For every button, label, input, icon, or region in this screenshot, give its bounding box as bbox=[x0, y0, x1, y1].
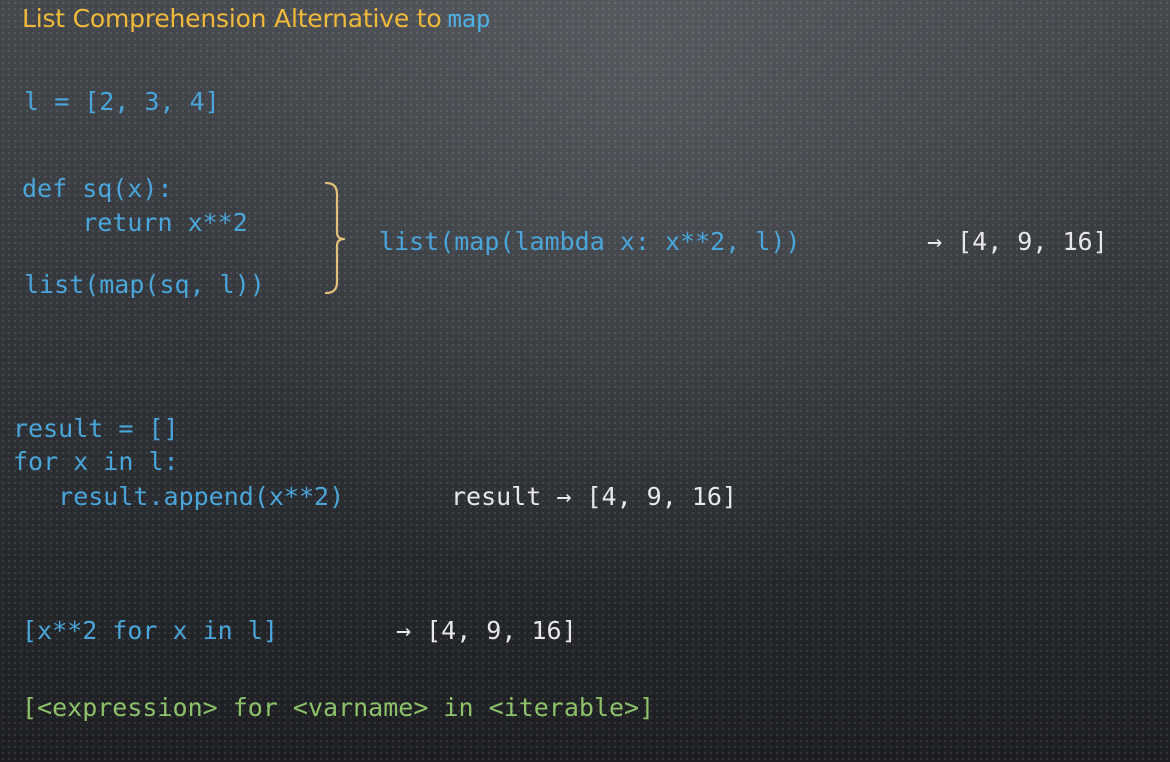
syntax-line: [<expression> for <varname> in <iterable… bbox=[22, 693, 655, 722]
lambda-result: → [4, 9, 16] bbox=[927, 227, 1108, 256]
code-append-line: result.append(x**2) bbox=[13, 482, 345, 511]
comprehension-result: → [4, 9, 16] bbox=[396, 616, 577, 645]
result-arrow: result → [4, 9, 16] bbox=[451, 482, 737, 511]
curly-bracket bbox=[324, 181, 346, 295]
code-return-line: return x**2 bbox=[22, 208, 248, 237]
code-lambda-expr: list(map(lambda x: x**2, l)) bbox=[379, 227, 801, 256]
slide-title: List Comprehension Alternative to map bbox=[22, 4, 490, 33]
code-result-init: result = [] bbox=[13, 414, 179, 443]
code-line-l: l = [2, 3, 4] bbox=[24, 87, 220, 116]
title-keyword: map bbox=[447, 5, 491, 33]
code-def-line: def sq(x): bbox=[22, 174, 173, 203]
title-text: List Comprehension Alternative to bbox=[22, 4, 442, 33]
code-comprehension: [x**2 for x in l] bbox=[22, 616, 278, 645]
code-map-call: list(map(sq, l)) bbox=[24, 270, 265, 299]
code-for-line: for x in l: bbox=[13, 447, 179, 476]
